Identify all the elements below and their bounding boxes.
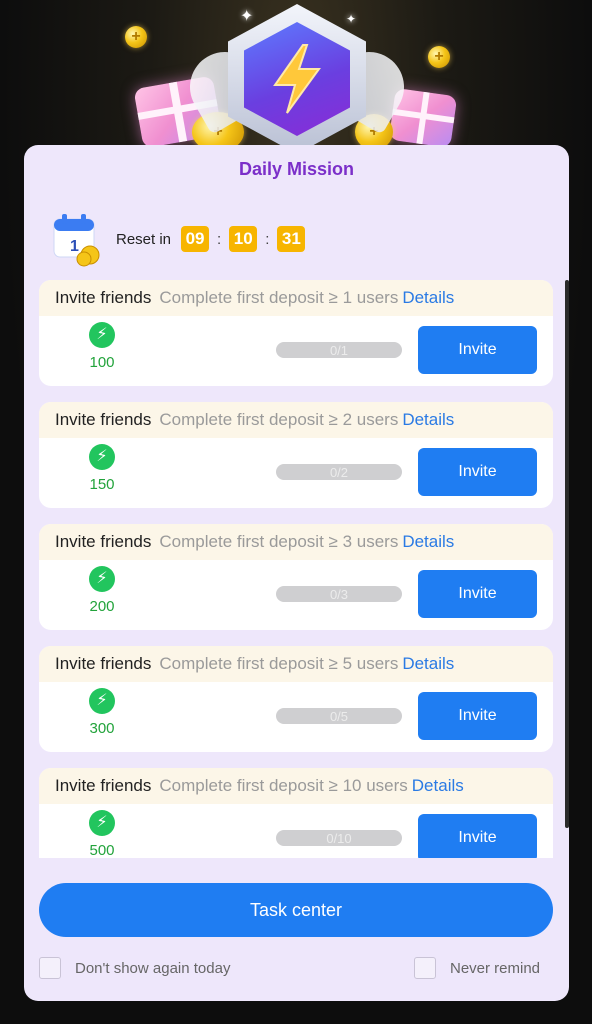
task-description: Complete first deposit ≥ 5 users (159, 654, 399, 673)
dont-show-today-option[interactable]: Don't show again today (39, 957, 230, 979)
progress-bar: 0/5 (276, 708, 402, 724)
lightning-icon: ⚡ (89, 322, 115, 348)
progress-text: 0/10 (326, 830, 352, 846)
timer-separator: : (265, 230, 270, 248)
task-description: Complete first deposit ≥ 10 users (159, 776, 408, 795)
scrollbar[interactable] (565, 280, 569, 828)
timer-hours: 09 (181, 226, 210, 252)
calendar-icon: 1 (50, 211, 106, 267)
task-header: Invite friends Complete first deposit ≥ … (39, 402, 553, 438)
lightning-icon: ⚡ (89, 444, 115, 470)
lightning-icon: ⚡ (89, 566, 115, 592)
reset-timer-row: 1 Reset in 09 : 10 : 31 (50, 211, 306, 267)
task-list[interactable]: Invite friends Complete first deposit ≥ … (39, 280, 553, 858)
timer-seconds: 31 (277, 226, 306, 252)
lightning-icon: ⚡ (89, 688, 115, 714)
progress-bar: 0/3 (276, 586, 402, 602)
invite-button[interactable]: Invite (418, 326, 537, 374)
svg-text:1: 1 (70, 238, 79, 255)
details-link[interactable]: Details (402, 654, 454, 674)
lightning-icon: ⚡ (89, 810, 115, 836)
task-title: Invite friends (55, 288, 152, 307)
invite-button[interactable]: Invite (418, 692, 537, 740)
progress-bar: 0/1 (276, 342, 402, 358)
sparkle-icon: ✦ (346, 12, 357, 26)
task-title: Invite friends (55, 410, 152, 429)
details-link[interactable]: Details (402, 288, 454, 308)
progress-bar: 0/10 (276, 830, 402, 846)
reward-value: 300 (89, 720, 115, 737)
task-item: Invite friends Complete first deposit ≥ … (39, 524, 553, 630)
reset-label: Reset in (116, 230, 172, 248)
reward: ⚡ 200 (79, 566, 125, 615)
never-remind-label: Never remind (450, 959, 541, 977)
coin-icon (125, 26, 147, 48)
task-item: Invite friends Complete first deposit ≥ … (39, 402, 553, 508)
task-header: Invite friends Complete first deposit ≥ … (39, 524, 553, 560)
reward: ⚡ 500 (79, 810, 125, 858)
coin-icon (428, 46, 450, 68)
never-remind-option[interactable]: Never remind (414, 957, 540, 979)
invite-button[interactable]: Invite (418, 448, 537, 496)
invite-button[interactable]: Invite (418, 570, 537, 618)
daily-mission-dialog: Daily Mission 1 Reset in 09 : 10 : 31 In… (24, 145, 569, 1001)
reward: ⚡ 100 (79, 322, 125, 371)
task-item: Invite friends Complete first deposit ≥ … (39, 768, 553, 858)
task-title: Invite friends (55, 532, 152, 551)
task-center-button[interactable]: Task center (39, 883, 553, 937)
progress-text: 0/2 (329, 464, 349, 480)
task-title: Invite friends (55, 654, 152, 673)
task-header: Invite friends Complete first deposit ≥ … (39, 646, 553, 682)
task-title: Invite friends (55, 776, 152, 795)
invite-button[interactable]: Invite (418, 814, 537, 858)
reward-value: 150 (89, 476, 115, 493)
task-description: Complete first deposit ≥ 3 users (159, 532, 399, 551)
task-header: Invite friends Complete first deposit ≥ … (39, 280, 553, 316)
dont-show-today-label: Don't show again today (75, 959, 231, 977)
reward: ⚡ 300 (79, 688, 125, 737)
timer-minutes: 10 (229, 226, 258, 252)
task-description: Complete first deposit ≥ 1 users (159, 288, 399, 307)
progress-text: 0/3 (329, 586, 349, 602)
reward-value: 100 (89, 354, 115, 371)
task-item: Invite friends Complete first deposit ≥ … (39, 280, 553, 386)
dont-show-today-checkbox[interactable] (39, 957, 61, 979)
never-remind-checkbox[interactable] (414, 957, 436, 979)
reward: ⚡ 150 (79, 444, 125, 493)
timer-separator: : (217, 230, 222, 248)
task-header: Invite friends Complete first deposit ≥ … (39, 768, 553, 804)
details-link[interactable]: Details (402, 410, 454, 430)
reward-value: 200 (89, 598, 115, 615)
task-item: Invite friends Complete first deposit ≥ … (39, 646, 553, 752)
task-description: Complete first deposit ≥ 2 users (159, 410, 399, 429)
details-link[interactable]: Details (412, 776, 464, 796)
progress-text: 0/5 (329, 708, 349, 724)
sparkle-icon: ✦ (240, 8, 254, 25)
reward-value: 500 (89, 842, 115, 858)
details-link[interactable]: Details (402, 532, 454, 552)
progress-bar: 0/2 (276, 464, 402, 480)
dialog-title: Daily Mission (238, 159, 355, 179)
progress-text: 0/1 (329, 342, 349, 358)
